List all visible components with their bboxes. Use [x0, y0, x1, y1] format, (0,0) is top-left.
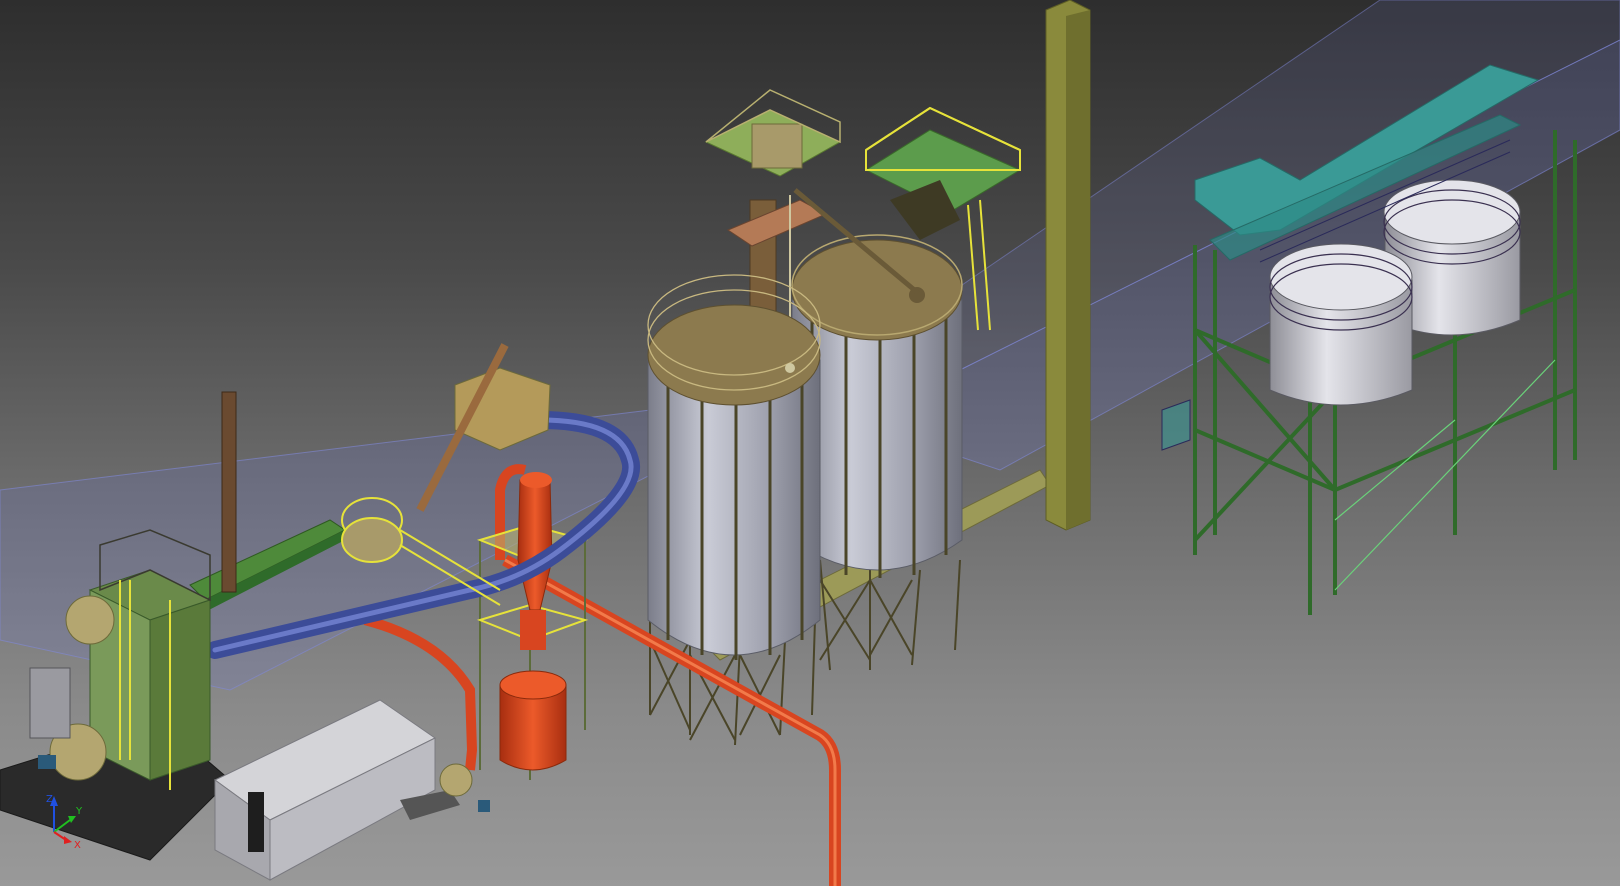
control-building[interactable] — [214, 699, 460, 881]
3d-viewport[interactable]: Z Y X — [0, 0, 1620, 886]
x-axis-label: X — [74, 840, 81, 850]
storage-silo-front[interactable] — [647, 274, 821, 746]
y-axis-label: Y — [75, 806, 83, 817]
y-axis-line — [53, 819, 71, 833]
dryer-chimney — [221, 391, 237, 593]
axis-triad-graphic: Z Y X — [46, 794, 83, 851]
exhaust-stack[interactable] — [1045, 0, 1091, 531]
axis-triad: Z Y X — [40, 790, 100, 851]
access-stair[interactable] — [1161, 399, 1191, 451]
plant-model-scene[interactable] — [0, 0, 1620, 886]
x-axis-arrow — [64, 836, 72, 844]
z-axis-label: Z — [46, 794, 53, 805]
storage-tank-left[interactable] — [1269, 243, 1413, 406]
